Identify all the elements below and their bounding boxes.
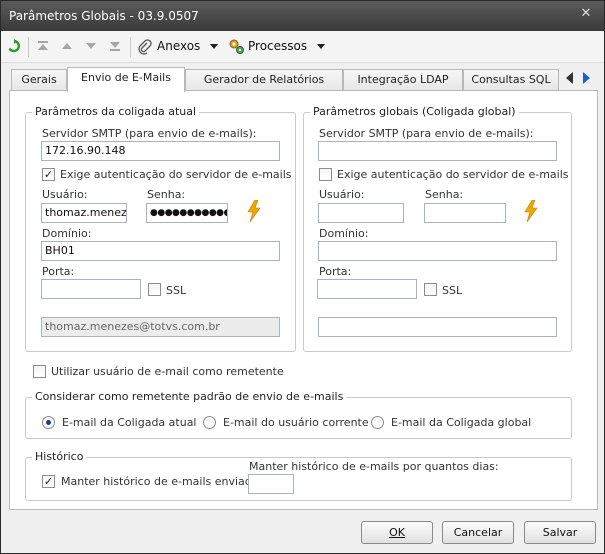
local-params-title: Parâmetros da coligada atual — [32, 105, 200, 118]
last-record-icon[interactable] — [108, 39, 122, 53]
history-days-label: Manter histórico de e-mails por quantos … — [249, 460, 499, 473]
previous-record-icon[interactable] — [60, 39, 74, 53]
use-user-email-label: Utilizar usuário de e-mail como remetent… — [51, 365, 284, 378]
tab-integracao-ldap[interactable]: Integração LDAP — [343, 69, 463, 91]
tab-gerais[interactable]: Gerais — [11, 69, 67, 91]
first-record-icon[interactable] — [36, 39, 50, 53]
title-bar: Parâmetros Globais - 03.9.0507 ✕ — [1, 1, 604, 31]
keep-history-checkbox[interactable]: ✓ — [42, 475, 55, 488]
sender-radio-coligada-atual[interactable] — [42, 416, 55, 429]
global-params-title: Parâmetros globais (Coligada global) — [310, 105, 519, 118]
global-port-input[interactable] — [317, 279, 417, 299]
dialog-footer: OK Cancelar Salvar — [1, 513, 604, 553]
sender-group: Considerar como remetente padrão de envi… — [25, 390, 572, 439]
history-group-title: Histórico — [32, 450, 87, 463]
tab-scroll-left-icon[interactable] — [564, 71, 575, 85]
local-domain-label: Domínio: — [42, 227, 92, 240]
chevron-down-icon — [210, 44, 218, 49]
cancel-button[interactable]: Cancelar — [442, 521, 514, 544]
sender-radio-usuario-corrente[interactable] — [203, 416, 216, 429]
local-params-group: Parâmetros da coligada atual Servidor SM… — [25, 105, 296, 352]
global-password-label: Senha: — [425, 188, 464, 201]
local-auth-checkbox[interactable]: ✓ — [42, 168, 55, 181]
global-params-group: Parâmetros globais (Coligada global) Ser… — [303, 105, 572, 352]
close-icon[interactable]: ✕ — [578, 6, 594, 22]
anexos-label: Anexos — [157, 39, 201, 53]
ok-button-label: OK — [389, 526, 405, 539]
local-password-label: Senha: — [147, 188, 186, 201]
global-auth-label: Exige autenticação do servidor de e-mail… — [337, 168, 569, 181]
test-connection-bolt-icon[interactable] — [523, 200, 539, 222]
local-port-input[interactable] — [41, 279, 141, 299]
global-ssl-checkbox[interactable] — [424, 283, 437, 296]
refresh-icon[interactable] — [7, 39, 21, 53]
processos-label: Processos — [248, 39, 308, 53]
global-ssl-label: SSL — [442, 284, 463, 297]
tab-scroll-right-icon[interactable] — [581, 71, 592, 85]
sender-radio-coligada-global[interactable] — [371, 416, 384, 429]
test-connection-bolt-icon[interactable] — [246, 200, 262, 222]
tab-consultas-sql[interactable]: Consultas SQL — [463, 69, 559, 91]
local-smtp-label: Servidor SMTP (para envio de e-mails): — [42, 127, 257, 140]
toolbar: Anexos Processos — [1, 31, 604, 63]
save-button[interactable]: Salvar — [524, 521, 596, 544]
save-button-label: Salvar — [542, 526, 578, 539]
gears-icon — [229, 39, 244, 54]
anexos-button[interactable]: Anexos — [137, 38, 223, 56]
local-smtp-input[interactable]: 172.16.90.148 — [41, 141, 280, 161]
sender-option-coligada-global: E-mail da Coligada global — [391, 416, 532, 429]
dialog-window: Parâmetros Globais - 03.9.0507 ✕ Anexos — [0, 0, 605, 554]
global-user-label: Usuário: — [319, 188, 365, 201]
global-domain-input[interactable] — [318, 241, 557, 261]
sender-option-coligada-atual: E-mail da Coligada atual — [62, 416, 197, 429]
local-password-input[interactable]: ●●●●●●●●●●● — [146, 203, 228, 223]
local-auth-label: Exige autenticação do servidor de e-mail… — [60, 168, 292, 181]
use-user-email-checkbox[interactable] — [33, 365, 46, 378]
local-port-label: Porta: — [42, 265, 75, 278]
toolbar-separator — [130, 37, 131, 57]
cancel-button-label: Cancelar — [453, 526, 503, 539]
ok-button[interactable]: OK — [361, 521, 433, 544]
global-smtp-input[interactable] — [318, 141, 557, 161]
sender-group-title: Considerar como remetente padrão de envi… — [32, 390, 347, 403]
global-auth-checkbox[interactable] — [319, 168, 332, 181]
tab-strip: Gerais Envio de E-Mails Gerador de Relat… — [1, 67, 604, 92]
local-user-input[interactable]: thomaz.menezes — [41, 203, 127, 223]
global-smtp-label: Servidor SMTP (para envio de e-mails): — [319, 127, 534, 140]
keep-history-label: Manter histórico de e-mails enviados — [61, 475, 265, 488]
local-ssl-checkbox[interactable] — [148, 283, 161, 296]
window-title: Parâmetros Globais - 03.9.0507 — [9, 9, 199, 23]
chevron-down-icon — [317, 44, 325, 49]
next-record-icon[interactable] — [84, 39, 98, 53]
processos-button[interactable]: Processos — [228, 38, 328, 56]
global-email-field[interactable] — [318, 317, 557, 337]
global-domain-label: Domínio: — [319, 227, 369, 240]
local-ssl-label: SSL — [166, 284, 187, 297]
global-port-label: Porta: — [319, 265, 352, 278]
tab-content-panel: Parâmetros da coligada atual Servidor SM… — [9, 90, 598, 510]
sender-option-usuario-corrente: E-mail do usuário corrente — [223, 416, 369, 429]
toolbar-separator — [28, 37, 29, 57]
tab-envio-de-emails[interactable]: Envio de E-Mails — [67, 67, 185, 92]
history-group: Histórico ✓ Manter histórico de e-mails … — [25, 450, 572, 501]
global-password-input[interactable] — [424, 203, 506, 223]
global-user-input[interactable] — [318, 203, 404, 223]
local-email-field: thomaz.menezes@totvs.com.br — [41, 317, 280, 337]
local-user-label: Usuário: — [42, 188, 88, 201]
history-days-input[interactable] — [248, 474, 294, 494]
paperclip-icon — [138, 39, 152, 55]
tab-gerador-de-relatorios[interactable]: Gerador de Relatórios — [185, 69, 343, 91]
local-domain-input[interactable]: BH01 — [41, 241, 280, 261]
